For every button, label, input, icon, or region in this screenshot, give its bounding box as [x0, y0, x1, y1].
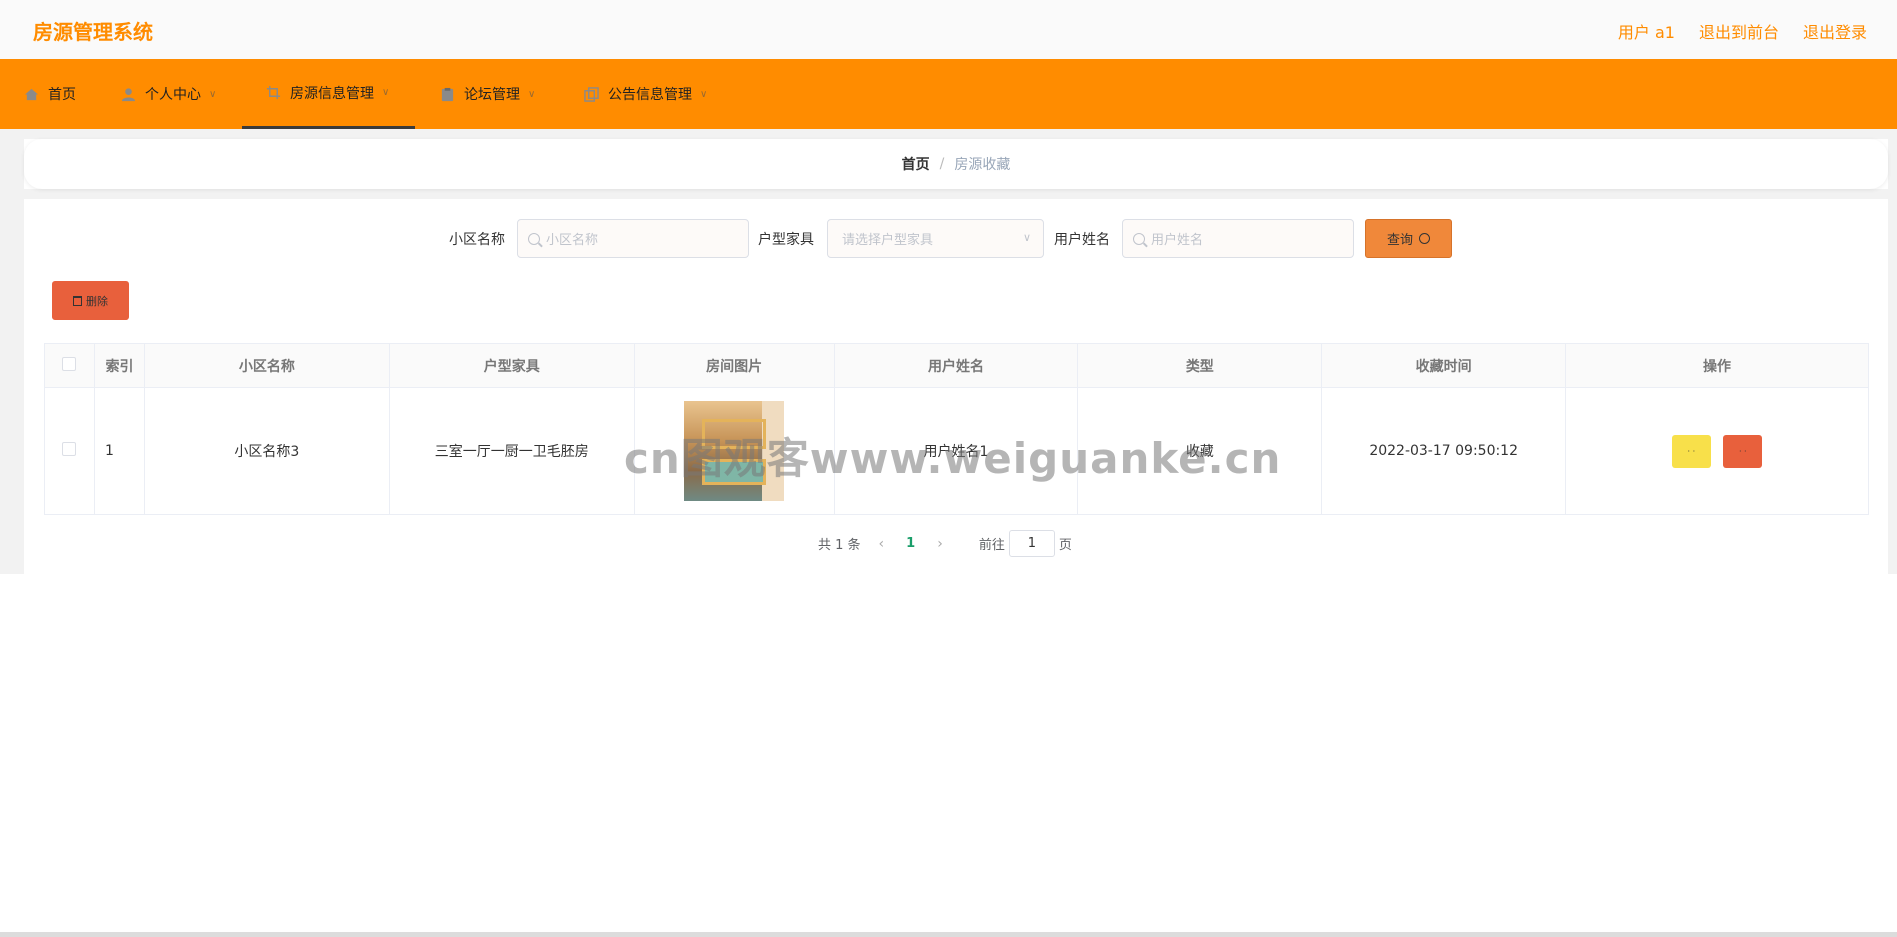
table-row: 1 小区名称3 三室一厅一厨一卫毛胚房 用户姓名1 收藏 2022-03-17 … — [44, 387, 1869, 515]
detail-button[interactable]: · · — [1671, 434, 1711, 468]
table-header: 户型家具 — [388, 343, 635, 388]
pagination-total: 共 1 条 — [818, 538, 861, 553]
nav-label: 论坛管理 — [464, 87, 520, 103]
nav-label: 公告信息管理 — [608, 87, 692, 103]
user-link[interactable]: 用户 a1 — [1618, 19, 1675, 43]
row-checkbox[interactable] — [62, 442, 77, 456]
chevron-down-icon: ∨ — [528, 88, 536, 100]
community-cell: 小区名称3 — [143, 387, 390, 515]
username-label: 用户姓名 — [1054, 232, 1110, 248]
user-icon — [121, 87, 136, 101]
delete-button[interactable]: 删除 — [52, 281, 129, 320]
table-header: 收藏时间 — [1321, 343, 1567, 388]
content-divider — [0, 189, 1897, 199]
nav-label: 个人中心 — [145, 87, 201, 103]
nav-item-house-info[interactable]: 房源信息管理 ∨ — [242, 59, 415, 129]
chevron-down-icon: ∨ — [1022, 231, 1031, 244]
app-title: 房源管理系统 — [33, 20, 153, 44]
table-header-row: 索引 小区名称 户型家具 房间图片 用户姓名 类型 收藏时间 操作 — [44, 343, 1869, 388]
layout-label: 户型家具 — [758, 232, 814, 248]
goto-prefix: 前往 — [978, 538, 1005, 553]
username-placeholder: 用户姓名 — [1151, 233, 1204, 248]
community-placeholder: 小区名称 — [546, 233, 599, 248]
favorites-table: 索引 小区名称 户型家具 房间图片 用户姓名 类型 收藏时间 操作 1 小区名称… — [44, 343, 1869, 515]
pagination: 共 1 条 ‹ 1 › 前往 1 页 — [818, 530, 1072, 557]
username-cell: 用户姓名1 — [833, 387, 1079, 515]
crop-icon — [266, 85, 281, 100]
table-header: 索引 — [93, 343, 145, 388]
row-delete-button[interactable]: · · — [1723, 434, 1763, 468]
top-bar: 房源管理系统 用户 a1 退出到前台 退出登录 — [0, 0, 1897, 59]
home-icon — [24, 88, 39, 100]
nav-label: 房源信息管理 — [290, 85, 374, 102]
breadcrumb: 首页 / 房源收藏 — [24, 139, 1888, 189]
chevron-down-icon: ∨ — [209, 88, 217, 100]
room-image-bunk-bottom — [702, 459, 767, 485]
table-header: 房间图片 — [633, 343, 835, 388]
chevron-down-icon: ∨ — [700, 88, 708, 100]
room-image-bunk-top — [702, 419, 767, 449]
table-header: 类型 — [1077, 343, 1323, 388]
nav-item-forum[interactable]: 论坛管理 ∨ — [440, 59, 535, 129]
clipboard-icon — [441, 87, 454, 101]
trash-icon — [73, 295, 82, 306]
breadcrumb-current: 房源收藏 — [954, 157, 1011, 173]
table-header: 操作 — [1565, 343, 1869, 388]
prev-page-icon[interactable]: ‹ — [879, 536, 885, 552]
query-button[interactable]: 查询 — [1365, 219, 1452, 258]
nav-item-announcement[interactable]: 公告信息管理 ∨ — [584, 59, 707, 129]
chevron-down-icon: ∨ — [382, 87, 390, 98]
community-search-input[interactable]: 小区名称 — [517, 219, 749, 258]
page-number[interactable]: 1 — [906, 536, 915, 551]
type-cell: 收藏 — [1077, 387, 1323, 515]
time-cell: 2022-03-17 09:50:12 — [1321, 387, 1567, 515]
layout-placeholder: 请选择户型家具 — [842, 233, 934, 248]
search-icon — [1133, 232, 1145, 245]
bottom-edge — [0, 932, 1897, 937]
select-all-header — [44, 343, 95, 388]
logout-link[interactable]: 退出登录 — [1803, 19, 1867, 43]
breadcrumb-home[interactable]: 首页 — [902, 154, 930, 174]
nav-item-home[interactable]: 首页 — [24, 59, 76, 129]
table-header: 用户姓名 — [833, 343, 1079, 388]
search-icon — [528, 232, 540, 245]
content-background — [0, 129, 1897, 139]
delete-label: 删除 — [86, 294, 108, 308]
search-icon — [1419, 233, 1430, 244]
username-search-input[interactable]: 用户姓名 — [1122, 219, 1354, 258]
room-image-cell — [633, 387, 835, 515]
breadcrumb-separator: / — [939, 156, 945, 172]
operation-cell: · · · · — [1565, 387, 1869, 515]
nav-item-personal-center[interactable]: 个人中心 ∨ — [121, 59, 216, 129]
table-header: 小区名称 — [143, 343, 390, 388]
copy-icon — [584, 86, 599, 102]
layout-cell: 三室一厅一厨一卫毛胚房 — [388, 387, 635, 515]
community-label: 小区名称 — [449, 232, 505, 248]
top-links: 用户 a1 退出到前台 退出登录 — [1618, 19, 1867, 43]
room-image[interactable] — [684, 401, 785, 501]
select-all-checkbox[interactable] — [62, 356, 77, 371]
next-page-icon[interactable]: › — [937, 536, 943, 552]
index-cell: 1 — [93, 387, 145, 515]
goto-page-input[interactable]: 1 — [1008, 530, 1055, 557]
room-image-wall — [762, 401, 785, 501]
goto-suffix: 页 — [1058, 538, 1072, 553]
row-select-cell — [44, 387, 95, 515]
nav-label: 首页 — [48, 87, 76, 103]
exit-to-front-link[interactable]: 退出到前台 — [1699, 19, 1779, 43]
query-label: 查询 — [1386, 233, 1413, 248]
main-nav: 首页 个人中心 ∨ 房源信息管理 ∨ 论坛管理 ∨ 公告信息管理 ∨ — [0, 59, 1897, 129]
layout-select[interactable]: 请选择户型家具 ∨ — [827, 219, 1044, 258]
